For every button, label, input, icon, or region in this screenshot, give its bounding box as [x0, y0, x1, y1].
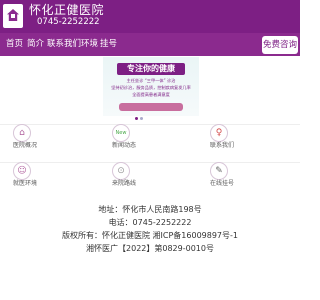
nav-register[interactable]: 挂号	[100, 38, 117, 50]
menu-item-label: 在线挂号	[210, 180, 235, 187]
news-icon: New	[112, 124, 130, 142]
banner[interactable]: 专注你的健康 主任坐诊 “三甲一体” 诊治 坚持初诊治，服务品质，控制疾病复发几…	[103, 57, 199, 116]
footer-copyright[interactable]: 版权所有：怀化正健医院 湘ICP备16009897号-1	[0, 231, 300, 241]
banner-tagline: 专注你的健康	[117, 63, 185, 75]
footer-address: 地址：怀化市人民南路198号	[98, 205, 202, 214]
menu-item-label: 来院路线	[112, 180, 137, 187]
brand-phone: 0745-2252222	[37, 17, 100, 27]
person-icon: ♀	[210, 124, 228, 142]
footer-phone: 电话：0745-2252222	[108, 218, 192, 227]
footer-license: 湘怀医广【2022】第0829-0010号	[86, 244, 214, 253]
footer: 地址：怀化市人民南路198号 电话：0745-2252222 版权所有：怀化正健…	[0, 201, 300, 300]
menu-item-label: 医院概况	[13, 142, 38, 149]
home-icon: ⌂	[13, 124, 31, 142]
route-icon: ⊙	[112, 162, 130, 180]
menu-item-label: 新闻动态	[112, 142, 137, 149]
banner-line-1: 主任坐诊 “三甲一体” 诊治	[126, 78, 176, 83]
banner-line-2: 坚持初诊治，服务品质，控制疾病复发几率	[111, 85, 191, 90]
menu-item-label: 联系我们	[210, 142, 235, 149]
banner-line-3: 全面提高患者满意度	[132, 92, 170, 97]
free-consult-button[interactable]: 免费咨询	[262, 36, 298, 54]
register-icon: ✎	[210, 162, 228, 180]
nav-environment[interactable]: 环境	[81, 38, 98, 50]
nav-contact[interactable]: 联系我们	[47, 38, 81, 50]
hospital-logo-icon[interactable]	[3, 4, 23, 28]
page: 怀化正健医院 0745-2252222 首页 简介 联系我们 环境 挂号 免费咨…	[0, 0, 300, 300]
header: 怀化正健医院 0745-2252222	[0, 0, 300, 33]
environment-icon: ☺	[13, 162, 31, 180]
nav-intro[interactable]: 简介	[27, 38, 44, 50]
cross-shape	[11, 14, 15, 18]
banner-accent-bar	[119, 103, 183, 111]
menu-item-label: 就医环境	[13, 180, 38, 187]
nav-home[interactable]: 首页	[6, 38, 23, 50]
brand-name: 怀化正健医院	[29, 3, 105, 17]
nav-bar: 首页 简介 联系我们 环境 挂号	[0, 33, 300, 56]
